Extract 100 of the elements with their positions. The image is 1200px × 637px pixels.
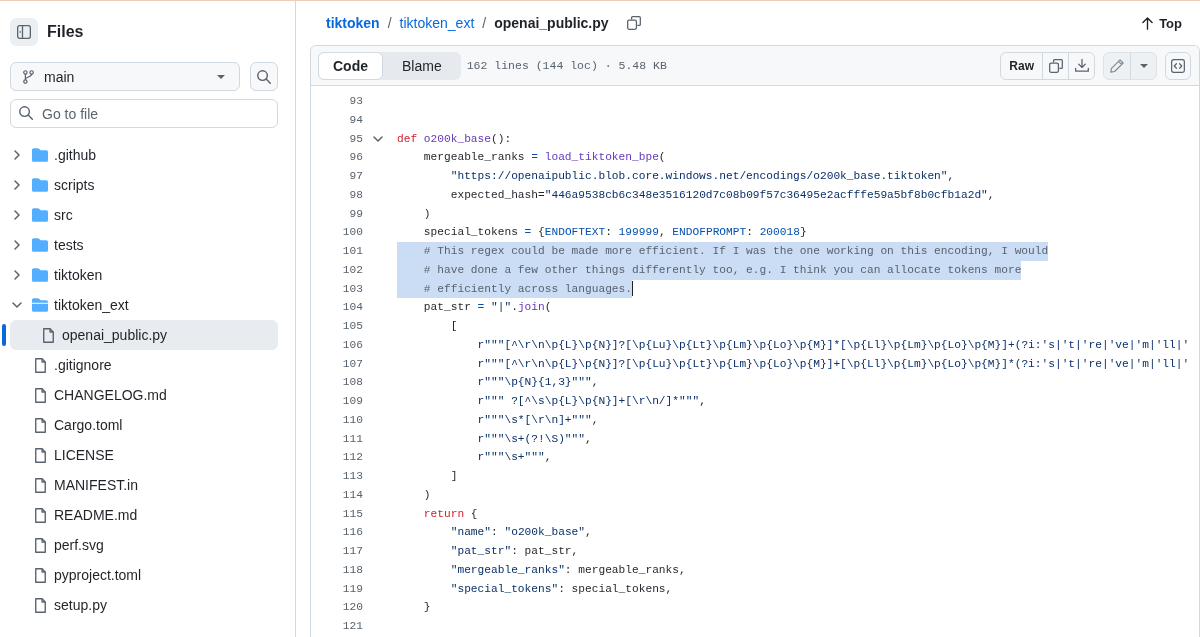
code-line: r"""\s+(?!\S)""",	[477, 431, 592, 447]
file-item[interactable]: CHANGELOG.md	[10, 380, 278, 410]
path-separator: /	[387, 15, 392, 31]
folder-link[interactable]: tiktoken_ext	[399, 15, 475, 31]
file-item[interactable]: setup.py	[10, 590, 278, 620]
sidebar-title: Files	[47, 23, 84, 41]
search-icon	[19, 106, 33, 120]
file-item[interactable]: README.md	[10, 500, 278, 530]
caret-icon	[1139, 63, 1148, 68]
code-line: special_tokens = {ENDOFTEXT: 199999, ENDOFPROMPT: 200018}	[423, 225, 807, 241]
code-line: r""" ?[^\s\p{L}\p{N}]+[\r\n/]*""",	[477, 394, 706, 409]
file-item[interactable]: LICENSE	[10, 440, 278, 470]
search-icon	[257, 69, 271, 84]
line-number: 102	[342, 262, 363, 278]
folder-icon	[32, 268, 48, 282]
view-tab[interactable]: Blame	[383, 51, 461, 80]
line-number: 99	[349, 206, 363, 222]
file-item[interactable]: .gitignore	[10, 350, 278, 380]
folder-icon	[32, 178, 48, 192]
top-link[interactable]: Top	[1142, 15, 1182, 31]
code-line: expected_hash="446a9538cb6c348e3516120d7c08b09f57c36495e2acfffe59a5bf8b0cfb1a2d",	[450, 187, 995, 203]
file-item[interactable]: perf.svg	[10, 530, 278, 560]
code-line: r"""[^\r\n\p{L}\p{N}]?[\p{Lu}\p{Lt}\p{Lm}\p{Lo}\p{M}]+[\p{Ll}\p{Lm}\p{Lo}\p{M}]*(?i:'s|'t|'re|'ve|'m|'ll|'	[477, 356, 1190, 372]
chevron-right-icon[interactable]	[14, 210, 20, 220]
file-item[interactable]: MANIFEST.in	[10, 470, 278, 500]
line-number: 113	[342, 469, 363, 484]
line-number: 106	[342, 337, 363, 353]
line-number: 100	[342, 225, 363, 241]
folder-item[interactable]: src	[10, 200, 278, 230]
line-number: 103	[342, 281, 363, 297]
code-line: r"""[^\r\n\p{L}\p{N}]?[\p{Lu}\p{Lt}\p{Lm}\p{Lo}\p{M}]*[\p{Ll}\p{Lm}\p{Lo}\p{M}]+(?i:'s|'t|'re|'ve|'m|'ll|'	[477, 337, 1190, 353]
code-line: r"""\s*[\r\n]+""",	[477, 412, 599, 428]
selection-bar	[2, 324, 6, 346]
chevron-right-icon[interactable]	[14, 270, 20, 280]
folder-item[interactable]: tiktoken	[10, 260, 278, 290]
line-number: 115	[342, 506, 363, 522]
file-icon	[34, 387, 46, 403]
code-line: r"""\s+""",	[477, 450, 552, 466]
file-info: 162 lines (144 loc) · 5.48 KB	[466, 59, 667, 72]
code-line: pat_str = "|".join(	[423, 300, 552, 316]
code-line: "https://openaipublic.blob.core.windows.net/encodings/o200k_base.tiktoken",	[450, 169, 955, 184]
caret-icon	[217, 74, 225, 79]
file-icon	[34, 507, 46, 523]
code-line: )	[423, 487, 431, 503]
line-number: 101	[342, 244, 363, 259]
file-icon	[34, 447, 46, 463]
line-number: 94	[349, 112, 363, 128]
fold-chevron-icon[interactable]	[373, 135, 383, 142]
folder-item[interactable]: .github	[10, 140, 278, 170]
chevron-right-icon[interactable]	[14, 180, 20, 190]
folder-item[interactable]: tests	[10, 230, 278, 260]
line-number: 105	[342, 319, 363, 334]
repo-link[interactable]: tiktoken	[326, 15, 380, 31]
arrow-up-icon	[1142, 16, 1154, 30]
code-line: [	[450, 319, 458, 334]
line-number: 97	[349, 169, 363, 184]
line-number: 104	[342, 300, 363, 316]
chevron-right-icon[interactable]	[14, 240, 20, 250]
code-line: "pat_str": pat_str,	[450, 544, 579, 559]
file-icon	[34, 597, 46, 613]
branch-selector[interactable]: main	[10, 62, 240, 91]
collapse-sidebar-button[interactable]	[10, 18, 38, 46]
line-number: 93	[349, 94, 363, 109]
download-icon	[1074, 59, 1089, 72]
folder-item[interactable]: tiktoken_ext	[10, 290, 278, 320]
code-line: "name": "o200k_base",	[450, 525, 592, 541]
code-line: mergeable_ranks = load_tiktoken_bpe(	[423, 150, 666, 166]
line-number: 108	[342, 375, 363, 391]
line-number: 96	[349, 150, 363, 166]
code-symbols-icon	[1171, 58, 1185, 73]
chevron-right-icon[interactable]	[14, 150, 20, 160]
file-item[interactable]: pyproject.toml	[10, 560, 278, 590]
copy-icon	[1048, 58, 1063, 73]
go-to-file-field[interactable]: Go to file	[10, 99, 278, 128]
folder-item[interactable]: scripts	[10, 170, 278, 200]
code-line: "special_tokens": special_tokens,	[450, 581, 673, 597]
chevron-down-icon[interactable]	[12, 302, 22, 308]
file-icon	[34, 417, 46, 433]
line-number: 110	[342, 412, 363, 428]
line-number: 107	[342, 356, 363, 372]
file-icon	[34, 567, 46, 583]
view-tab[interactable]: Code	[318, 51, 383, 80]
search-button[interactable]	[250, 62, 278, 91]
line-number: 98	[349, 187, 363, 203]
line-number: 111	[342, 431, 363, 447]
file-icon	[34, 477, 46, 493]
file-item[interactable]: openai_public.py	[10, 320, 278, 350]
line-number: 117	[342, 544, 363, 559]
code-line: )	[423, 206, 431, 222]
line-number: 114	[342, 487, 363, 503]
code-line: ]	[450, 469, 458, 484]
sidebar-panel-icon	[17, 25, 31, 39]
symbols-button[interactable]	[1165, 51, 1191, 80]
line-number: 112	[342, 450, 363, 466]
folder-icon	[32, 208, 48, 222]
code-line: }	[423, 600, 431, 616]
file-item[interactable]: Cargo.toml	[10, 410, 278, 440]
folder-icon	[32, 148, 48, 162]
line-number: 109	[342, 394, 363, 409]
code-line: def o200k_base():	[397, 131, 512, 147]
